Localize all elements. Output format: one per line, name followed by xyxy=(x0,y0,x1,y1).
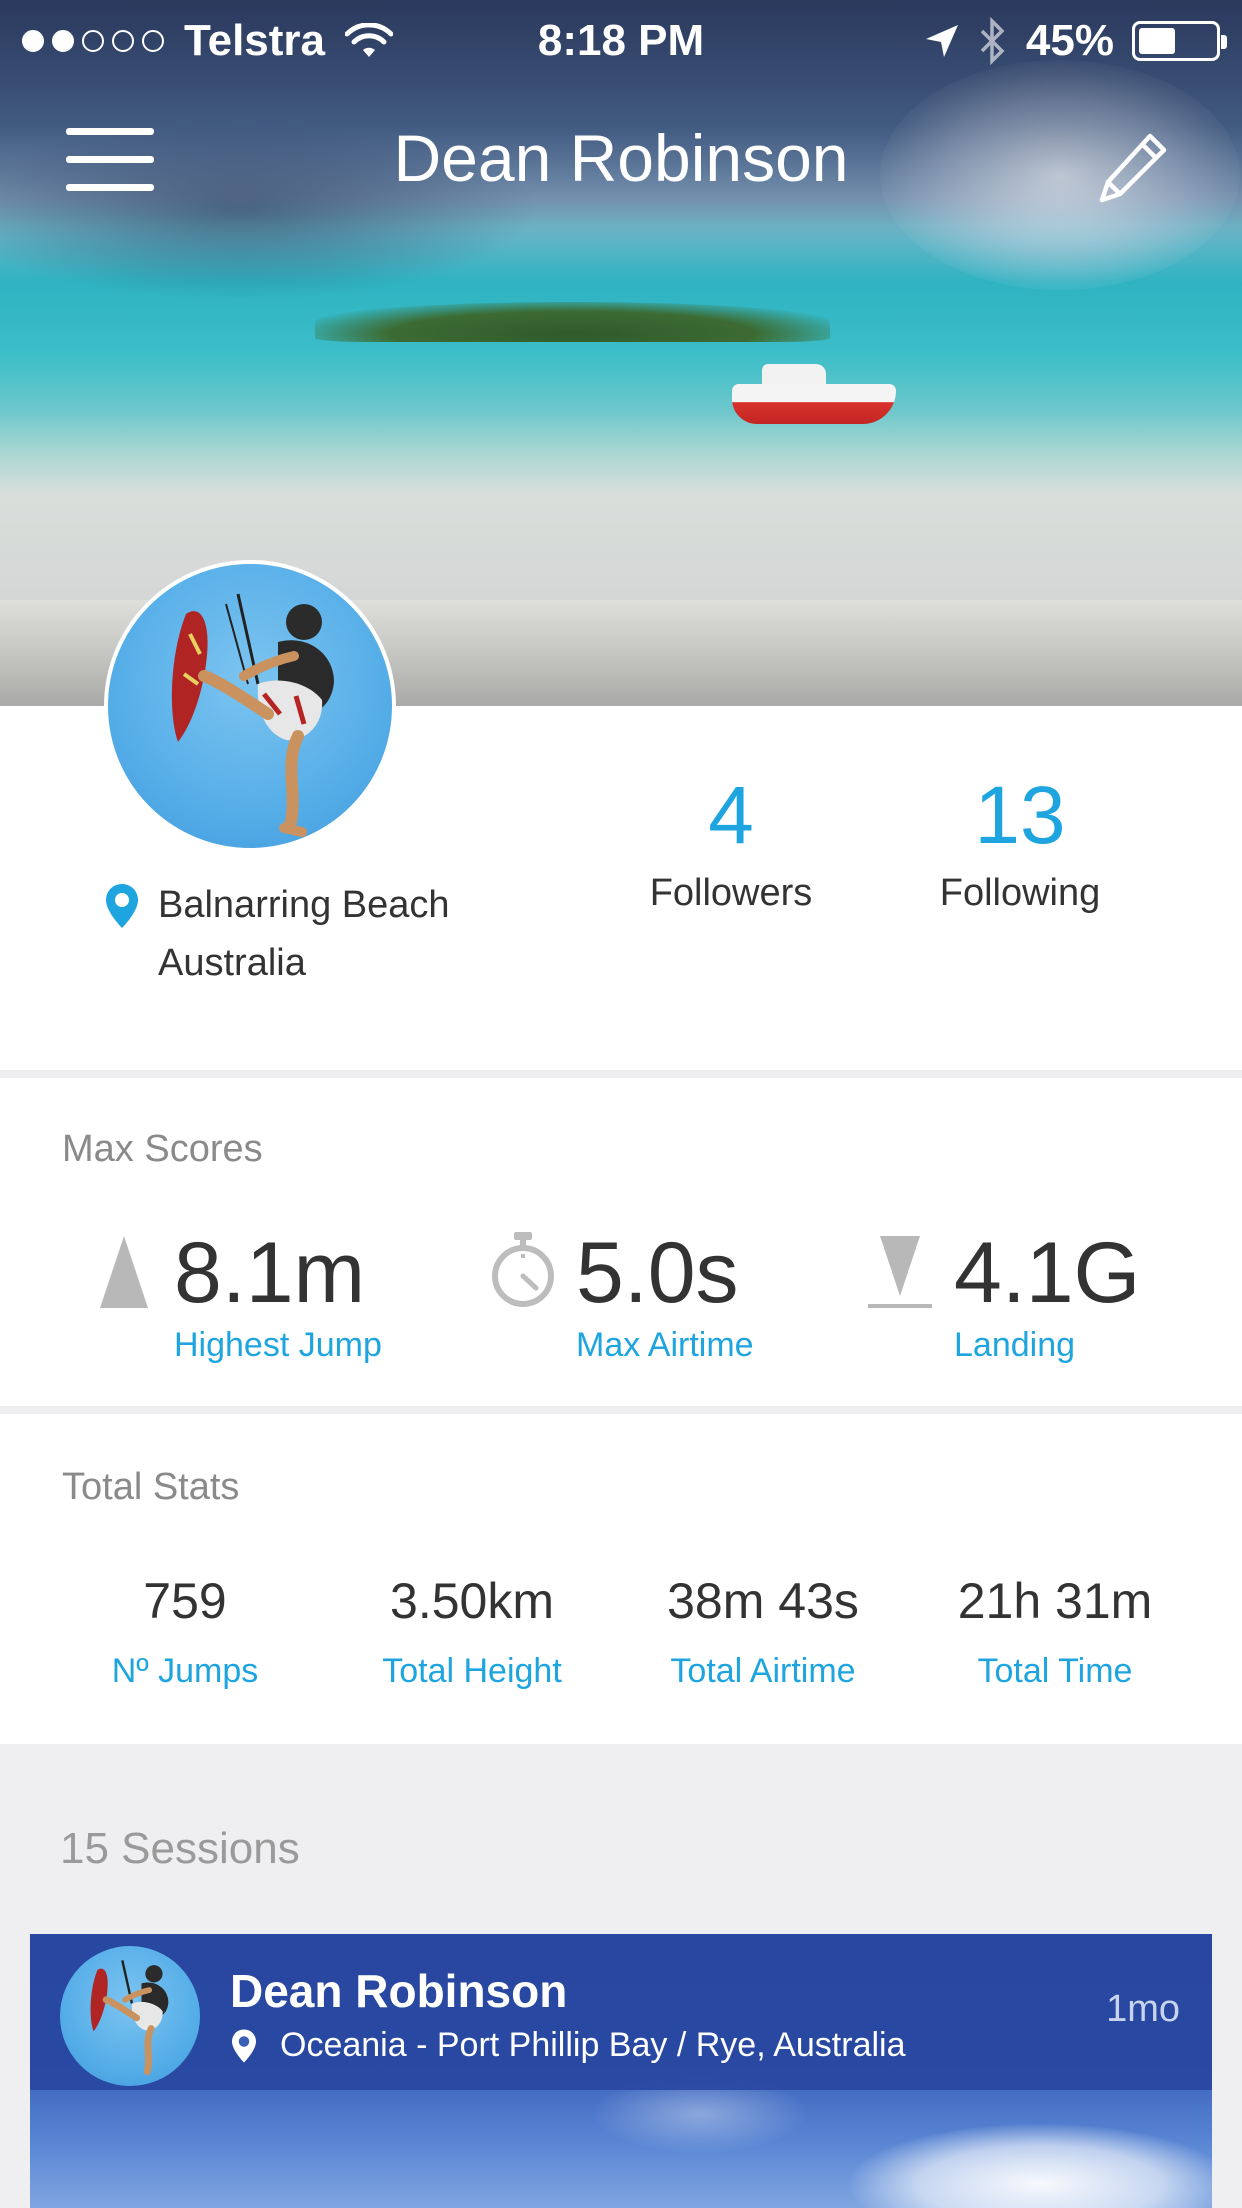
stat-value: 3.50km xyxy=(390,1573,554,1629)
highest-jump-value: 8.1m xyxy=(174,1225,366,1321)
session-timestamp: 1mo xyxy=(1106,1988,1180,2030)
location-arrow-icon xyxy=(925,25,958,57)
following-counter[interactable]: 13 Following xyxy=(930,766,1110,915)
followers-count: 4 xyxy=(708,770,754,861)
following-label: Following xyxy=(939,872,1101,914)
stat-value: 759 xyxy=(143,1573,227,1629)
stat-label: Total Height xyxy=(382,1652,562,1690)
session-avatar[interactable] xyxy=(60,1946,200,2086)
stat-label: Total Time xyxy=(977,1652,1133,1690)
max-scores-panel: Max Scores 8.1m Highest Jump 5.0s Max Ai… xyxy=(0,1078,1242,1406)
total-stats-panel: Total Stats 759 Nº Jumps 3.50km Total He… xyxy=(0,1414,1242,1744)
highest-jump-label: Highest Jump xyxy=(174,1326,382,1364)
page-title: Dean Robinson xyxy=(393,121,849,195)
stat-label: Total Airtime xyxy=(670,1652,856,1690)
followers-label: Followers xyxy=(649,872,813,914)
following-count: 13 xyxy=(974,770,1066,861)
max-scores-title: Max Scores xyxy=(62,1128,263,1170)
max-airtime-label: Max Airtime xyxy=(576,1326,754,1364)
landing-value: 4.1G xyxy=(954,1225,1141,1321)
avatar[interactable] xyxy=(104,560,396,852)
session-location-text: Oceania - Port Phillip Bay / Rye, Austra… xyxy=(280,2026,906,2064)
sessions-title: 15 Sessions xyxy=(60,1824,300,1873)
stat-total-height: 3.50km Total Height xyxy=(322,1572,622,1691)
stat-total-time: 21h 31m Total Time xyxy=(905,1572,1205,1691)
profile-location: Balnarring Beach Australia xyxy=(104,876,450,992)
stat-label: Nº Jumps xyxy=(111,1652,259,1690)
status-bar: Telstra 8:18 PM 45% xyxy=(0,0,1242,80)
landing-label: Landing xyxy=(954,1326,1076,1364)
stopwatch-icon xyxy=(492,1232,554,1307)
jump-height-icon xyxy=(100,1236,148,1308)
total-stats-title: Total Stats xyxy=(62,1466,240,1508)
kitesurfer-icon xyxy=(90,1960,169,2075)
session-card[interactable]: Dean Robinson Oceania - Port Phillip Bay… xyxy=(30,1934,1212,2208)
stat-jumps: 759 Nº Jumps xyxy=(35,1572,335,1691)
location-pin-icon xyxy=(106,884,138,928)
followers-counter[interactable]: 4 Followers xyxy=(646,766,816,915)
session-user-name[interactable]: Dean Robinson xyxy=(230,1964,567,2018)
divider xyxy=(0,1406,1242,1414)
kitesurfer-icon xyxy=(171,593,334,837)
divider xyxy=(0,1070,1242,1078)
island xyxy=(315,302,830,342)
pencil-icon[interactable] xyxy=(1092,128,1172,208)
location-line-2: Australia xyxy=(158,942,306,984)
boat xyxy=(732,362,896,424)
location-line-1: Balnarring Beach xyxy=(158,884,450,926)
landing-icon xyxy=(868,1236,932,1308)
stat-value: 38m 43s xyxy=(667,1573,859,1629)
session-card-header xyxy=(30,1934,1212,2090)
battery-percent: 45% xyxy=(1025,16,1114,65)
stat-value: 21h 31m xyxy=(957,1573,1153,1629)
bluetooth-icon xyxy=(980,17,1005,65)
max-airtime-value: 5.0s xyxy=(576,1225,739,1321)
session-location: Oceania - Port Phillip Bay / Rye, Austra… xyxy=(230,2026,906,2065)
location-pin-icon xyxy=(232,2029,256,2062)
stat-total-airtime: 38m 43s Total Airtime xyxy=(613,1572,913,1691)
battery-icon xyxy=(1132,21,1227,61)
